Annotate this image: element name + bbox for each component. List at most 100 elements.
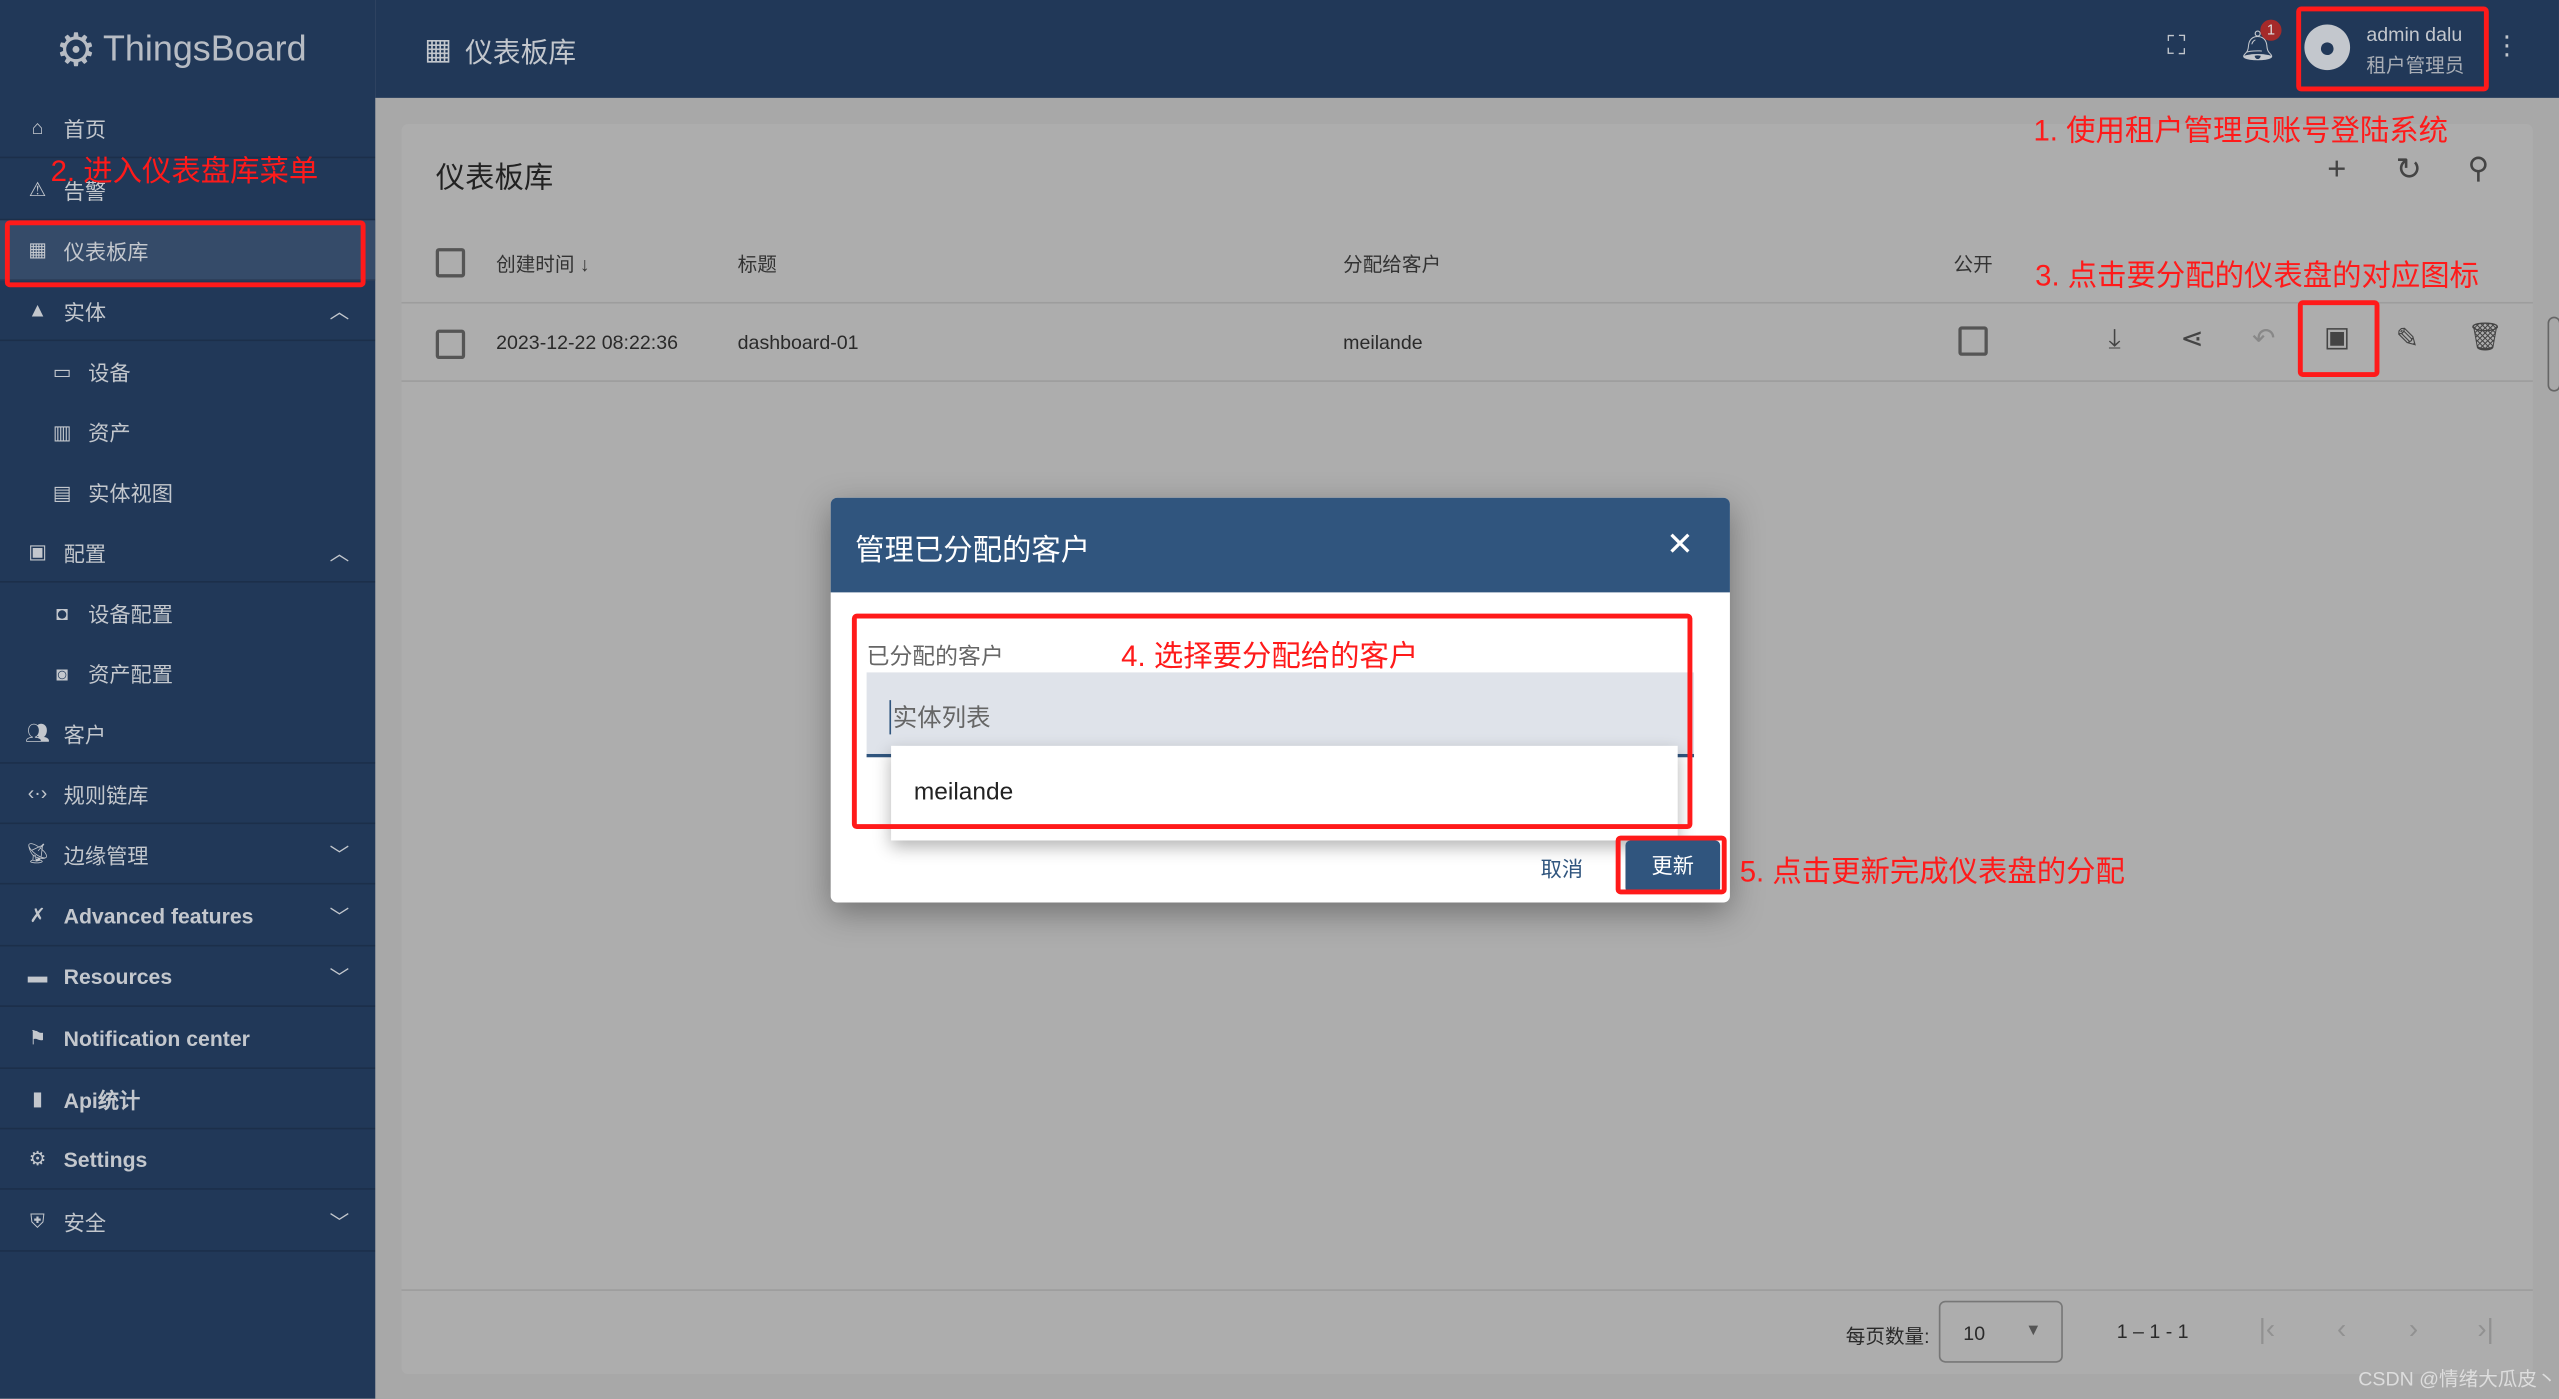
page-size-label: 每页数量: [1845,1325,1930,1349]
public-checkbox [1958,326,1988,356]
view-quilt-icon: ▤ [52,480,72,504]
gear-icon: ⚙ [28,1147,47,1171]
chevron-up-icon[interactable]: ︿ [330,296,350,324]
sidebar-item-label: 边缘管理 [63,842,149,868]
notification-badge: 1 [2260,19,2282,41]
annotation-step-1: 1. 使用租户管理员账号登陆系统 [2033,114,2449,147]
sidebar-item-label: 实体视图 [88,481,174,506]
title-cell: dashboard-01 [737,331,859,355]
sidebar-item[interactable]: ▮ Api统计 [0,1069,376,1130]
analytics-icon: ▮ [32,1086,43,1110]
sidebar-item[interactable]: 👥︎ 客户 [0,703,376,764]
sidebar-item-label: Settings [63,1146,148,1171]
sidebar-item-label: 配置 [63,541,107,566]
devices-icon: ▭ [52,359,72,383]
sidebar: ⚙ ThingsBoard ⌂ 首页 ⚠ 告警 ▦ 仪表板库 ▲ 实体 ︿ ▭ 设备 ▥ 资产 ▤ 实体视图… [0,0,376,1399]
chevron-down-icon[interactable]: ﹀ [330,1207,350,1235]
select-all-checkbox[interactable] [435,248,466,278]
sidebar-item-label: 资产配置 [88,662,174,688]
sidebar-item-label: 实体 [63,299,107,324]
annotation-box-menu [4,220,366,288]
dropdown-arrow-icon: ▼ [2025,1321,2042,1340]
page-size-select[interactable]: 10 ▼ [1938,1300,2063,1363]
annotation-box-assign [2297,300,2380,377]
sidebar-item[interactable]: ▲ 实体 ︿ [0,281,376,342]
column-public[interactable]: 公开 [1954,250,1993,278]
search-icon[interactable]: ⚲ [2468,152,2490,186]
edit-icon[interactable]: ✎ [2396,323,2419,356]
shapes-icon: ▲ [27,298,48,322]
chevron-down-icon[interactable]: ﹀ [330,962,350,990]
unshare-icon[interactable]: ↶ [2252,323,2275,356]
sidebar-item[interactable]: ▣ 配置 ︿ [0,522,376,583]
refresh-icon[interactable]: ↻ [2396,152,2422,190]
security-icon: ⛨ [30,1208,45,1232]
settings-ethernet-icon: ‹·› [27,781,48,805]
home-icon: ⌂ [31,115,44,139]
annotation-step-4: 4. 选择要分配给的客户 [1121,639,1419,673]
scrollbar[interactable] [2547,316,2559,392]
dialog-title: 管理已分配的客户 [855,533,1091,567]
add-icon[interactable]: + [2327,152,2346,190]
annotation-box-user [2296,6,2489,92]
notification-icon: ⚑ [28,1026,47,1050]
sidebar-item[interactable]: ⛨ 安全 ﹀ [0,1191,376,1252]
sidebar-item-label: Advanced features [63,903,254,928]
close-icon[interactable]: ✕ [1666,524,1693,565]
sidebar-item[interactable]: ▬ Resources ﹀ [0,947,376,1007]
sidebar-item[interactable]: ‹·› 规则链库 [0,764,376,825]
sidebar-item-label: Resources [63,963,173,989]
more-menu-icon[interactable]: ⋮ [2494,29,2520,62]
top-bar: ▦ 仪表板库 ⛶ 🔔︎ 1 ● admin dalu 租户管理员 ⋮ [375,0,2559,98]
chevron-up-icon[interactable]: ︿ [330,538,350,566]
page-range: 1 – 1 - 1 [2116,1320,2189,1344]
annotation-step-5: 5. 点击更新完成仪表盘的分配 [1739,855,2125,888]
brand-logo[interactable]: ⚙ ThingsBoard [55,20,306,79]
sidebar-item[interactable]: ⚑ Notification center [0,1009,376,1069]
column-assigned-customers: 分配给客户 [1343,252,1442,276]
cancel-button[interactable]: 取消 [1541,852,1583,883]
sidebar-item-label: 首页 [63,116,107,142]
domain-icon: ▥ [52,420,72,444]
annotation-box-update [1615,835,1727,895]
last-page-icon[interactable]: ›| [2477,1314,2493,1347]
export-icon[interactable]: ⤓ [2109,323,2121,356]
sidebar-item[interactable]: ◙ 资产配置 [0,643,375,703]
chevron-down-icon[interactable]: ﹀ [330,902,350,930]
sidebar-item[interactable]: ▥ 资产 [0,401,375,461]
sidebar-item[interactable]: ▭ 设备 [0,341,375,401]
sidebar-item[interactable]: ▤ 实体视图 [0,462,375,522]
annotation-step-2: 2. 进入仪表盘库菜单 [50,155,319,188]
asset-profile-icon: ◙ [56,661,68,685]
share-icon[interactable]: ⋖ [2180,323,2203,356]
sidebar-item-label: Api统计 [63,1087,141,1113]
warning-icon: ⚠ [28,177,47,201]
sidebar-item[interactable]: 📡︎ 边缘管理 ﹀ [0,824,376,885]
sidebar-item-label: 规则链库 [63,782,149,808]
thingsboard-logo-icon: ⚙ [55,23,97,75]
annotation-step-3: 3. 点击要分配的仪表盘的对应图标 [2035,259,2480,293]
sidebar-item-label: Notification center [63,1025,250,1051]
sidebar-item[interactable]: ⚙ Settings [0,1129,376,1190]
customer-cell: meilande [1343,331,1423,355]
first-page-icon[interactable]: |‹ [2259,1314,2275,1347]
prev-page-icon[interactable]: ‹ [2337,1314,2346,1347]
column-title[interactable]: 标题 [738,250,777,278]
router-icon: 📡︎ [25,842,50,865]
fullscreen-icon[interactable]: ⛶ [2167,33,2185,62]
dashboard-icon: ▦ [424,32,453,66]
chevron-down-icon[interactable]: ﹀ [330,840,350,868]
row-checkbox[interactable] [435,329,466,360]
sidebar-item-label: 设备 [88,360,131,386]
sidebar-item[interactable]: ◘ 设备配置 [0,583,375,643]
people-icon: 👥︎ [25,721,50,745]
sidebar-item[interactable]: ✗ Advanced features ﹀ [0,886,376,947]
settings-box-icon: ▣ [28,540,47,564]
table-title: 仪表板库 [435,161,554,195]
delete-icon[interactable]: 🗑︎ [2468,322,2503,355]
next-page-icon[interactable]: › [2409,1314,2418,1347]
sidebar-item-label: 资产 [88,421,131,446]
watermark: CSDN @情绪大瓜皮丶 [2358,1367,2557,1391]
column-created-time[interactable]: 创建时间 ↓ [496,250,590,278]
sidebar-item-label: 安全 [63,1210,107,1235]
